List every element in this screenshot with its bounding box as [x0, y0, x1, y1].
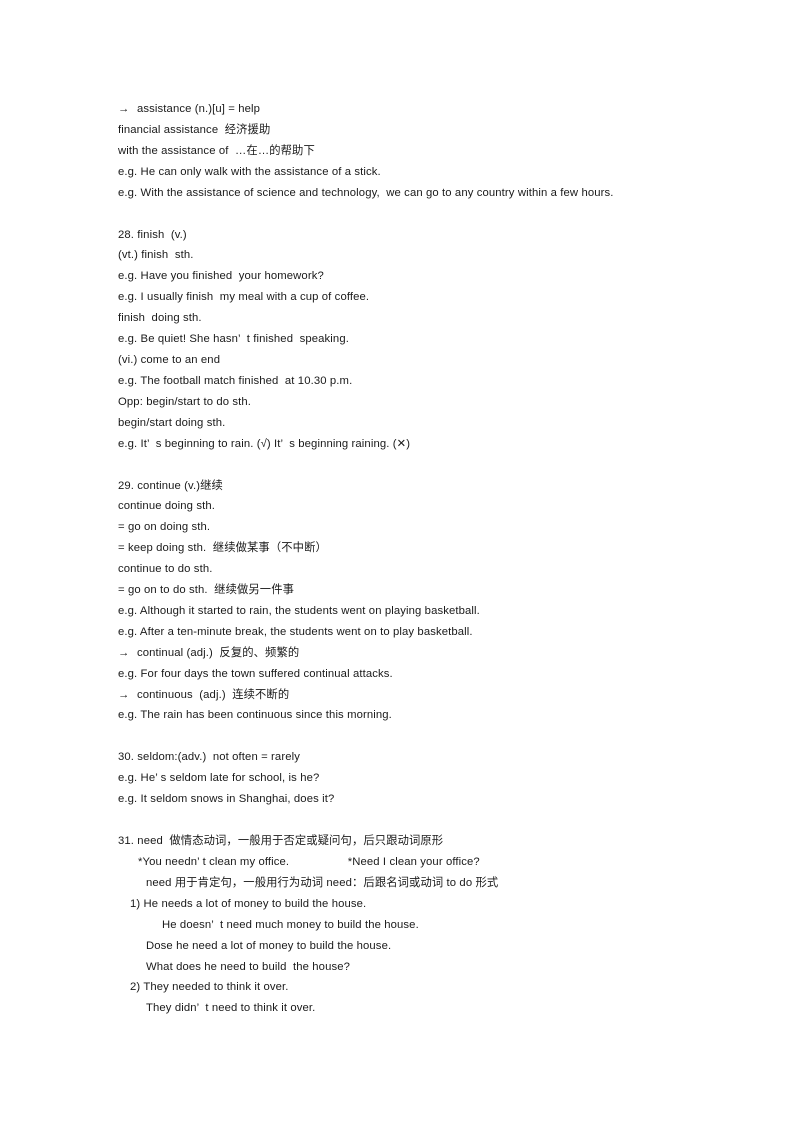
note-line: 1) He needs a lot of money to build the … [118, 894, 718, 915]
document-body: → assistance (n.)[u] = help financial assi… [118, 99, 718, 1019]
note-line-text: e.g. With the assistance of science and … [118, 186, 614, 199]
note-line-text: 29. continue (v.)继续 [118, 479, 223, 492]
note-line: financial assistance 经济援助 [118, 120, 718, 141]
note-line: 31. need 做情态动词，一般用于否定或疑问句，后只跟动词原形 [118, 831, 718, 852]
note-line: finish doing sth. [118, 308, 718, 329]
note-line-text: continual (adj.) 反复的、频繁的 [137, 646, 300, 659]
note-line-text: e.g. After a ten-minute break, the stude… [118, 625, 473, 638]
note-line: Dose he need a lot of money to build the… [118, 936, 718, 957]
note-line-text: (vt.) finish sth. [118, 249, 194, 262]
note-line: = go on to do sth. 继续做另一件事 [118, 580, 718, 601]
note-line-text: Dose he need a lot of money to build the… [146, 939, 392, 952]
note-line: e.g. It’ s beginning to rain. (√) It’ s … [118, 434, 718, 455]
right-arrow-icon: → [118, 688, 130, 701]
note-line: He doesn’ t need much money to build the… [118, 915, 718, 936]
note-line: e.g. He’ s seldom late for school, is he… [118, 768, 718, 789]
note-line: (vi.) come to an end [118, 350, 718, 371]
note-block-assistance: → assistance (n.)[u] = help financial assi… [118, 99, 718, 204]
note-line: with the assistance of …在…的帮助下 [118, 141, 718, 162]
note-line-text: assistance (n.)[u] = help [137, 103, 261, 115]
note-line-text: financial assistance 经济援助 [118, 123, 271, 136]
note-line: What does he need to build the house? [118, 957, 718, 978]
note-line: e.g. Have you finished your homework? [118, 266, 718, 287]
note-block-need: 31. need 做情态动词，一般用于否定或疑问句，后只跟动词原形 *You ne… [118, 831, 718, 1019]
note-line-text: Opp: begin/start to do sth. [118, 395, 252, 408]
note-line: *You needn’ t clean my office. *Need I c… [118, 852, 718, 873]
right-arrow-icon: → [118, 646, 130, 659]
note-line: e.g. Although it started to rain, the st… [118, 601, 718, 622]
note-line: = keep doing sth. 继续做某事（不中断） [118, 538, 718, 559]
note-line: (vt.) finish sth. [118, 245, 718, 266]
note-line: e.g. I usually finish my meal with a cup… [118, 287, 718, 308]
note-line-text: continue doing sth. [118, 500, 215, 513]
note-line: continue to do sth. [118, 559, 718, 580]
note-line-text: with the assistance of …在…的帮助下 [118, 144, 315, 157]
note-line: e.g. He can only walk with the assistanc… [118, 162, 718, 183]
note-line-text: e.g. It seldom snows in Shanghai, does i… [118, 793, 335, 806]
note-line-text: 28. finish (v.) [118, 228, 187, 241]
note-line-text: e.g. For four days the town suffered con… [118, 667, 393, 680]
note-line-text: He doesn’ t need much money to build the… [162, 918, 419, 931]
note-line-text: continue to do sth. [118, 563, 213, 576]
right-arrow-icon: → [118, 103, 130, 115]
note-line-text: 2) They needed to think it over. [130, 981, 289, 994]
note-line: → assistance (n.)[u] = help [118, 99, 718, 120]
note-line-text: They didn’ t need to think it over. [146, 1002, 316, 1015]
note-line: e.g. After a ten-minute break, the stude… [118, 622, 718, 643]
note-line: e.g. Be quiet! She hasn’ t finished spea… [118, 329, 718, 350]
note-line-text: e.g. It’ s beginning to rain. (√) It’ s … [118, 437, 411, 450]
note-line: e.g. The rain has been continuous since … [118, 705, 718, 726]
note-line: 30. seldom:(adv.) not often = rarely [118, 747, 718, 768]
note-line-text: = go on to do sth. 继续做另一件事 [118, 584, 295, 597]
note-line-text: = keep doing sth. 继续做某事（不中断） [118, 542, 327, 555]
note-line: begin/start doing sth. [118, 413, 718, 434]
note-line-text: e.g. I usually finish my meal with a cup… [118, 291, 370, 304]
note-line-text: begin/start doing sth. [118, 416, 226, 429]
note-line-text: *You needn’ t clean my office. *Need I c… [138, 856, 480, 868]
note-line-text: What does he need to build the house? [146, 960, 351, 973]
note-line-text: need 用于肯定句，一般用行为动词 need：后跟名词或动词 to do 形式 [146, 876, 499, 889]
note-line-text: 31. need 做情态动词，一般用于否定或疑问句，后只跟动词原形 [118, 835, 444, 848]
note-line: → continuous (adj.) 连续不断的 [118, 685, 718, 706]
note-line-text: finish doing sth. [118, 312, 202, 325]
note-line-text: 30. seldom:(adv.) not often = rarely [118, 751, 300, 764]
note-line-text: e.g. Have you finished your homework? [118, 270, 324, 283]
note-line: 2) They needed to think it over. [118, 977, 718, 998]
note-line-text: e.g. The football match finished at 10.3… [118, 374, 353, 387]
note-block-finish: 28. finish (v.) (vt.) finish sth. e.g. Hav… [118, 225, 718, 455]
note-line: 29. continue (v.)继续 [118, 476, 718, 497]
note-line: → continual (adj.) 反复的、频繁的 [118, 643, 718, 664]
note-line: They didn’ t need to think it over. [118, 998, 718, 1019]
note-line: e.g. The football match finished at 10.3… [118, 371, 718, 392]
note-line: Opp: begin/start to do sth. [118, 392, 718, 413]
note-line: = go on doing sth. [118, 517, 718, 538]
note-line: continue doing sth. [118, 496, 718, 517]
note-line-text: e.g. He’ s seldom late for school, is he… [118, 772, 320, 785]
note-line: e.g. It seldom snows in Shanghai, does i… [118, 789, 718, 810]
note-line: e.g. With the assistance of science and … [118, 183, 718, 204]
note-line-text: e.g. He can only walk with the assistanc… [118, 165, 381, 178]
note-block-continue: 29. continue (v.)继续 continue doing sth. = … [118, 476, 718, 727]
note-block-seldom: 30. seldom:(adv.) not often = rarely e.g.… [118, 747, 718, 810]
note-line: 28. finish (v.) [118, 225, 718, 246]
note-line: e.g. For four days the town suffered con… [118, 664, 718, 685]
note-line-text: = go on doing sth. [118, 521, 211, 534]
note-line-text: 1) He needs a lot of money to build the … [130, 897, 367, 910]
note-line-text: e.g. The rain has been continuous since … [118, 709, 392, 722]
note-line-text: e.g. Be quiet! She hasn’ t finished spea… [118, 333, 349, 346]
note-line-text: continuous (adj.) 连续不断的 [137, 688, 290, 701]
note-line-text: e.g. Although it started to rain, the st… [118, 604, 480, 617]
document-page: → assistance (n.)[u] = help financial assi… [0, 0, 794, 1123]
note-line: need 用于肯定句，一般用行为动词 need：后跟名词或动词 to do 形式 [118, 873, 718, 894]
note-line-text: (vi.) come to an end [118, 353, 221, 366]
